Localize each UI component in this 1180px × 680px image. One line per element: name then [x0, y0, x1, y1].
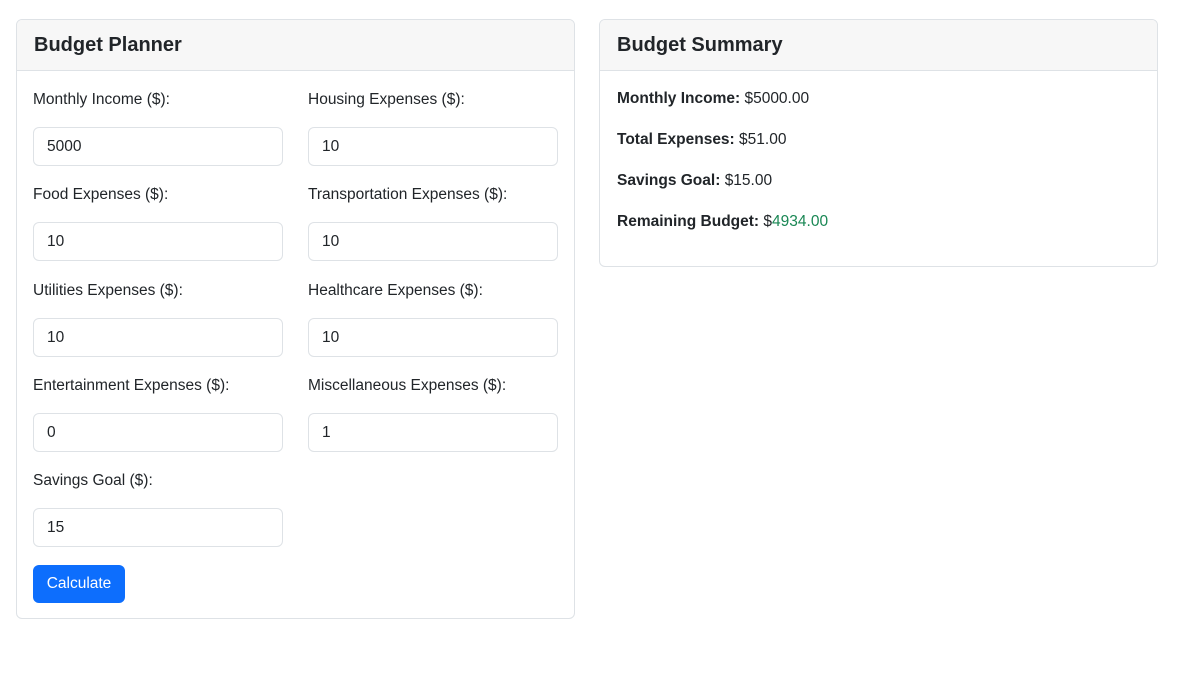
transportation-input[interactable] [308, 222, 558, 261]
summary-expenses-value: $51.00 [739, 131, 787, 148]
miscellaneous-label: Miscellaneous Expenses ($): [308, 377, 507, 394]
housing-label: Housing Expenses ($): [308, 91, 465, 108]
income-field-group: Monthly Income ($): [33, 89, 283, 166]
transportation-label: Transportation Expenses ($): [308, 186, 508, 203]
summary-expenses-label: Total Expenses: [617, 131, 735, 148]
entertainment-field-group: Entertainment Expenses ($): [33, 375, 283, 452]
savings-field-group: Savings Goal ($): [33, 470, 283, 547]
summary-savings-value: $15.00 [724, 172, 773, 189]
healthcare-label: Healthcare Expenses ($): [308, 282, 483, 299]
housing-input[interactable] [308, 127, 558, 166]
food-input[interactable] [33, 222, 283, 261]
summary-remaining-label: Remaining Budget: [617, 213, 760, 230]
food-label: Food Expenses ($): [33, 186, 169, 203]
summary-savings-line: Savings Goal: $15.00 [617, 172, 772, 190]
planner-header: Budget Planner [17, 20, 574, 71]
utilities-input[interactable] [33, 318, 283, 357]
savings-input[interactable] [33, 508, 283, 547]
income-label: Monthly Income ($): [33, 91, 170, 108]
miscellaneous-field-group: Miscellaneous Expenses ($): [308, 375, 558, 452]
utilities-field-group: Utilities Expenses ($): [33, 280, 283, 357]
miscellaneous-input[interactable] [308, 413, 558, 452]
budget-summary-card: Budget Summary Monthly Income: $5000.00 … [599, 19, 1158, 267]
summary-income-label: Monthly Income: [617, 90, 741, 107]
entertainment-label: Entertainment Expenses ($): [33, 377, 230, 394]
housing-field-group: Housing Expenses ($): [308, 89, 558, 166]
summary-income-value: $5000.00 [744, 90, 810, 107]
summary-header: Budget Summary [600, 20, 1157, 71]
food-field-group: Food Expenses ($): [33, 184, 283, 261]
budget-planner-card: Budget Planner Monthly Income ($): Housi… [16, 19, 575, 619]
healthcare-input[interactable] [308, 318, 558, 357]
summary-remaining-value: 4934.00 [772, 213, 829, 230]
income-input[interactable] [33, 127, 283, 166]
summary-remaining-line: Remaining Budget: $4934.00 [617, 213, 828, 231]
healthcare-field-group: Healthcare Expenses ($): [308, 280, 558, 357]
calculate-button[interactable]: Calculate [33, 565, 125, 603]
utilities-label: Utilities Expenses ($): [33, 282, 183, 299]
entertainment-input[interactable] [33, 413, 283, 452]
savings-label: Savings Goal ($): [33, 472, 153, 489]
summary-remaining-currency: $ [763, 213, 773, 230]
transportation-field-group: Transportation Expenses ($): [308, 184, 558, 261]
summary-savings-label: Savings Goal: [617, 172, 721, 189]
summary-expenses-line: Total Expenses: $51.00 [617, 131, 786, 149]
summary-income-line: Monthly Income: $5000.00 [617, 90, 809, 108]
